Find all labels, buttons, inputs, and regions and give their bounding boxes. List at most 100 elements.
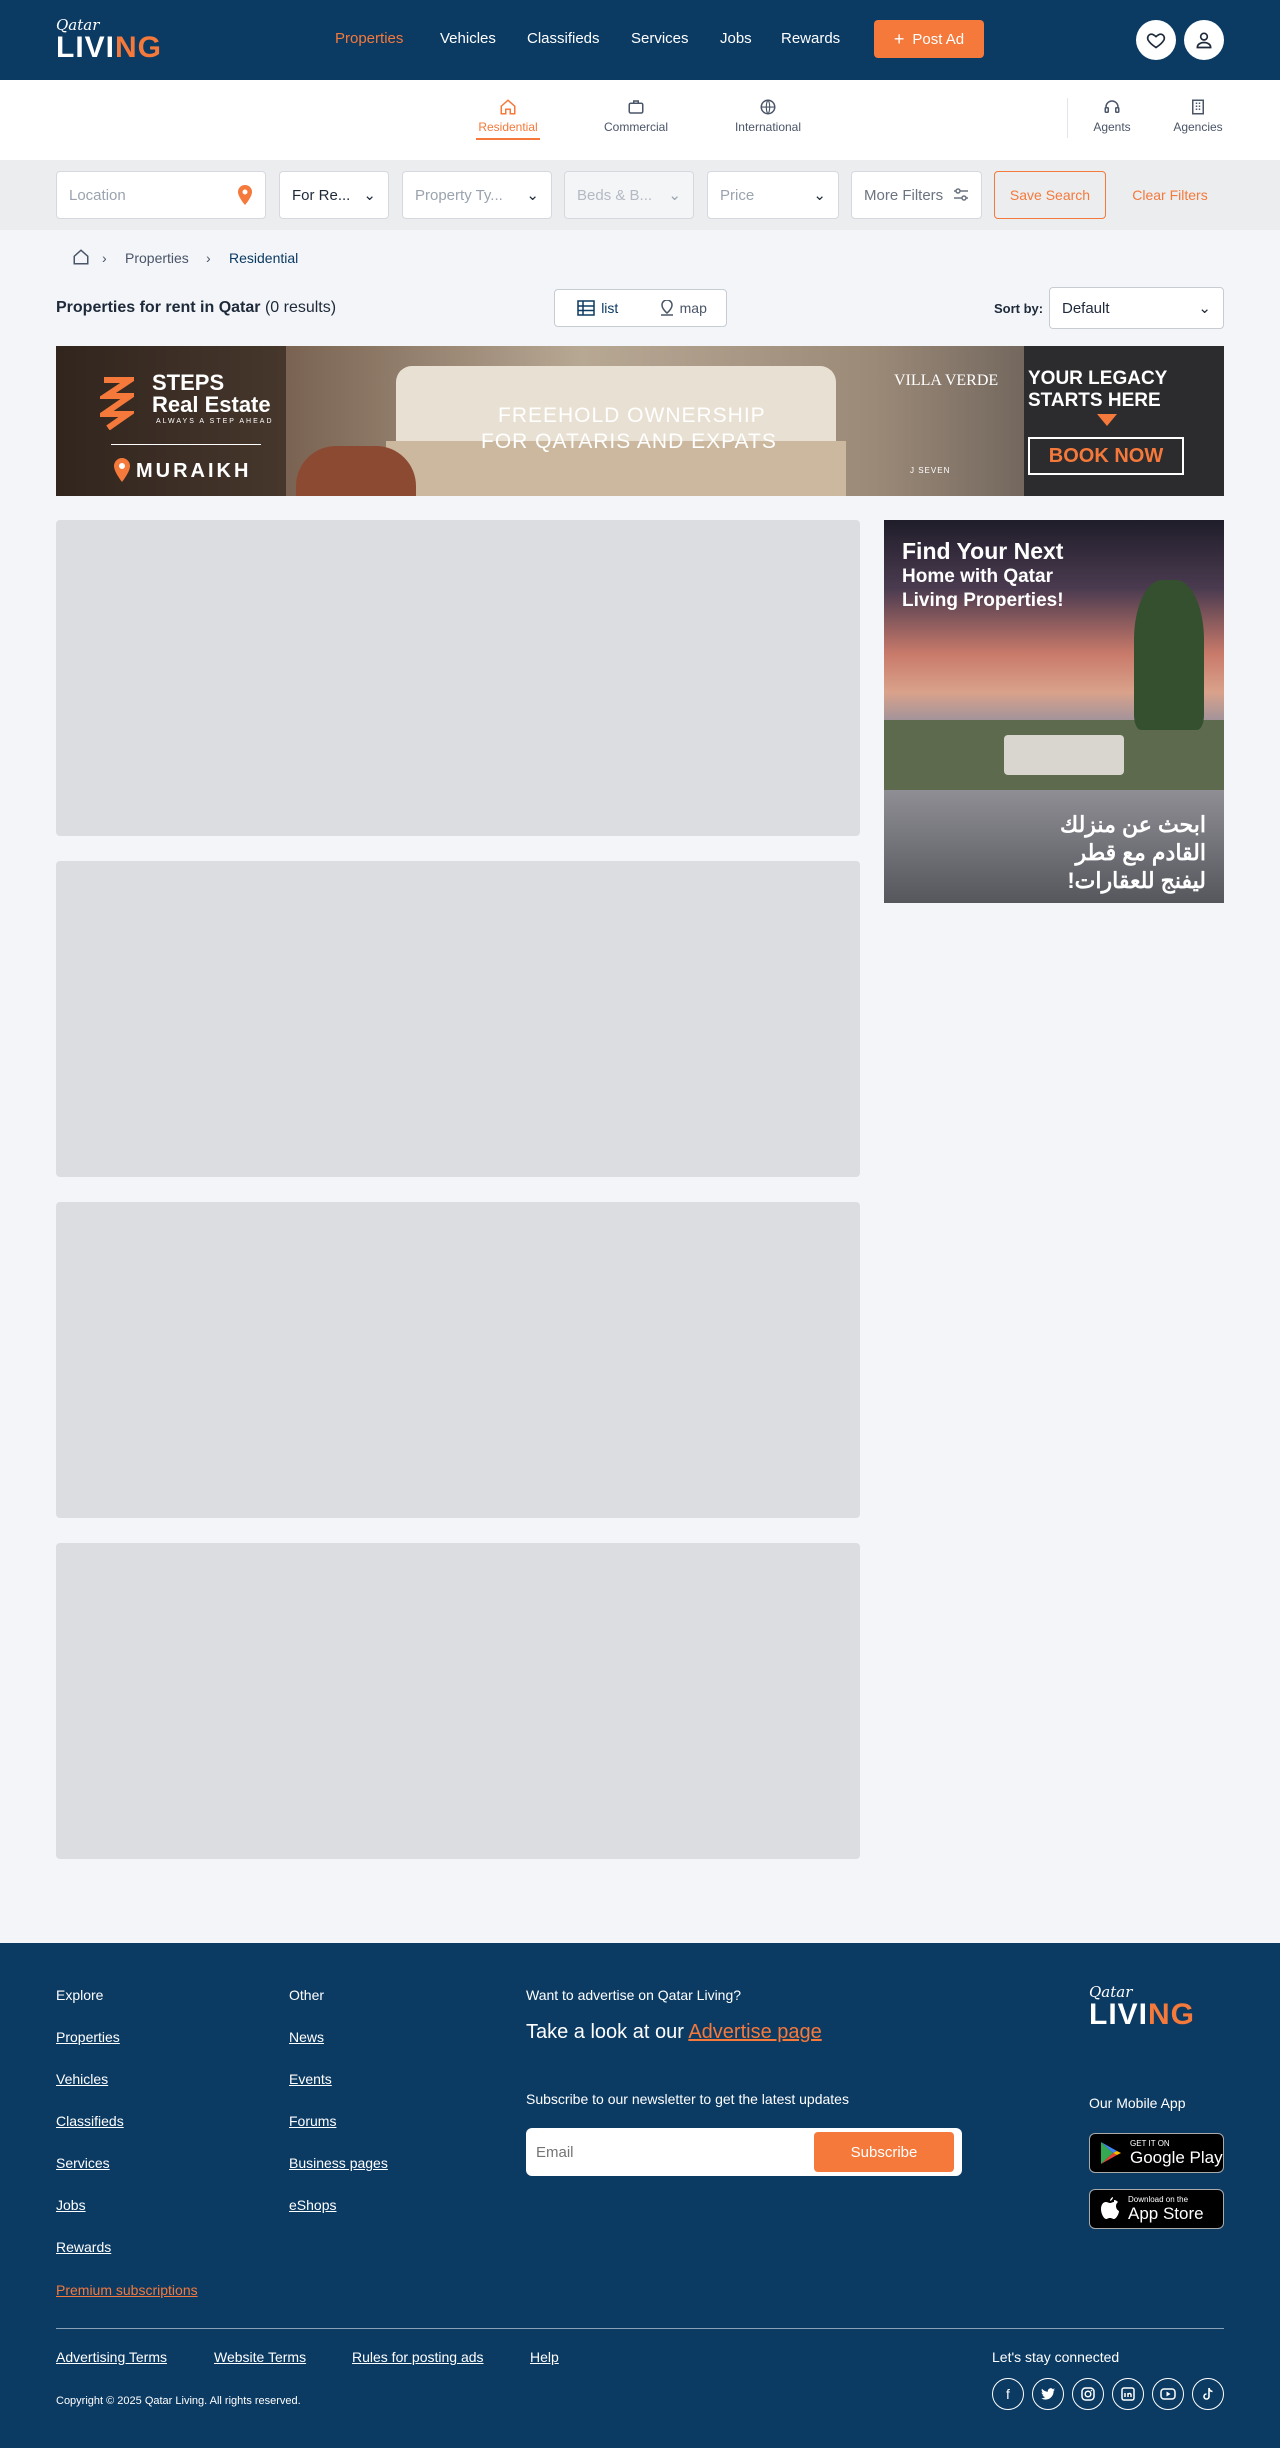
user-icon bbox=[1196, 32, 1212, 49]
table-icon bbox=[577, 300, 595, 316]
top-header: Qatar LIVING Properties Vehicles Classif… bbox=[0, 0, 1280, 80]
rules-link[interactable]: Rules for posting ads bbox=[352, 2349, 484, 2365]
side-ad-tree-image bbox=[1134, 580, 1204, 730]
headset-icon bbox=[1104, 100, 1120, 113]
clear-filters-button[interactable]: Clear Filters bbox=[1110, 171, 1230, 219]
youtube-icon[interactable] bbox=[1152, 2378, 1184, 2410]
instagram-icon[interactable] bbox=[1072, 2378, 1104, 2410]
listing-type-select[interactable]: For Re... ⌄ bbox=[279, 171, 389, 219]
nav-services[interactable]: Services bbox=[631, 30, 689, 47]
google-play-button[interactable]: GET IT ON Google Play bbox=[1089, 2133, 1224, 2173]
footer-explore-heading: Explore bbox=[56, 1987, 104, 2003]
footer-link-rewards[interactable]: Rewards bbox=[56, 2239, 111, 2255]
more-filters-button[interactable]: More Filters bbox=[851, 171, 982, 219]
footer-other-heading: Other bbox=[289, 1987, 325, 2003]
youtube-glyph bbox=[1160, 2388, 1176, 2400]
email-input[interactable] bbox=[536, 2138, 806, 2166]
location-field[interactable]: Location bbox=[56, 171, 266, 219]
beds-baths-select[interactable]: Beds & B... ⌄ bbox=[564, 171, 694, 219]
agencies-link[interactable]: Agencies bbox=[1170, 98, 1226, 134]
footer-link-events[interactable]: Events bbox=[289, 2071, 332, 2087]
chevron-down-icon: ⌄ bbox=[813, 187, 826, 204]
listing-skeleton bbox=[56, 1202, 860, 1518]
banner-rule bbox=[111, 444, 261, 445]
footer-link-properties[interactable]: Properties bbox=[56, 2029, 120, 2045]
stay-connected-heading: Let's stay connected bbox=[992, 2349, 1120, 2365]
tiktok-glyph bbox=[1203, 2387, 1213, 2400]
twitter-icon[interactable] bbox=[1032, 2378, 1064, 2410]
newsletter-form: Subscribe bbox=[526, 2128, 962, 2176]
google-play-icon bbox=[1101, 2142, 1121, 2164]
chevron-down-icon: ⌄ bbox=[526, 187, 539, 204]
footer-link-services[interactable]: Services bbox=[56, 2155, 110, 2171]
list-view-button[interactable]: list bbox=[555, 290, 641, 326]
briefcase-icon bbox=[628, 100, 644, 114]
building-icon bbox=[1192, 99, 1204, 115]
nav-rewards[interactable]: Rewards bbox=[781, 30, 840, 47]
home-icon bbox=[73, 249, 89, 265]
listing-skeleton bbox=[56, 520, 860, 836]
qatar-living-logo[interactable]: Qatar LIVING bbox=[56, 18, 162, 63]
linkedin-icon[interactable] bbox=[1112, 2378, 1144, 2410]
advertise-page-link[interactable]: Advertise page bbox=[688, 2021, 821, 2043]
breadcrumb-properties[interactable]: Properties bbox=[125, 250, 189, 266]
app-store-button[interactable]: Download on the App Store bbox=[1089, 2189, 1224, 2229]
help-link[interactable]: Help bbox=[530, 2349, 559, 2365]
footer-link-business-pages[interactable]: Business pages bbox=[289, 2155, 388, 2171]
nav-vehicles[interactable]: Vehicles bbox=[440, 30, 496, 47]
website-terms-link[interactable]: Website Terms bbox=[214, 2349, 306, 2365]
facebook-icon[interactable]: f bbox=[992, 2378, 1024, 2410]
chevron-right-icon: › bbox=[206, 250, 211, 266]
footer-link-jobs[interactable]: Jobs bbox=[56, 2197, 86, 2213]
tab-residential[interactable]: Residential bbox=[476, 98, 540, 140]
footer-link-classifieds[interactable]: Classifieds bbox=[56, 2113, 124, 2129]
linkedin-glyph bbox=[1121, 2387, 1135, 2401]
view-toggle: list map bbox=[554, 289, 727, 327]
results-title: Properties for rent in Qatar (0 results) bbox=[56, 299, 337, 316]
side-ad[interactable]: Find Your Next Home with Qatar Living Pr… bbox=[884, 520, 1224, 903]
map-view-button[interactable]: map bbox=[641, 290, 727, 326]
top-banner-ad[interactable]: STEPS Real Estate ALWAYS A STEP AHEAD MU… bbox=[56, 346, 1224, 496]
footer-link-news[interactable]: News bbox=[289, 2029, 324, 2045]
home-icon bbox=[500, 99, 516, 115]
chevron-down-icon: ⌄ bbox=[668, 187, 681, 204]
location-pin-icon bbox=[114, 458, 130, 482]
agents-link[interactable]: Agents bbox=[1090, 98, 1134, 134]
footer-link-eshops[interactable]: eShops bbox=[289, 2197, 336, 2213]
save-search-button[interactable]: Save Search bbox=[994, 171, 1106, 219]
copyright: Copyright © 2025 Qatar Living. All right… bbox=[56, 2395, 301, 2407]
heart-icon bbox=[1146, 33, 1166, 49]
steps-logo-icon bbox=[100, 377, 134, 430]
nav-classifieds[interactable]: Classifieds bbox=[527, 30, 600, 47]
book-now-button[interactable]: BOOK NOW bbox=[1028, 437, 1184, 475]
tab-international[interactable]: International bbox=[726, 98, 810, 134]
footer-link-forums[interactable]: Forums bbox=[289, 2113, 336, 2129]
subscribe-button[interactable]: Subscribe bbox=[814, 2132, 954, 2172]
twitter-bird-glyph bbox=[1041, 2388, 1055, 2400]
breadcrumb-residential[interactable]: Residential bbox=[229, 250, 298, 266]
footer-divider bbox=[56, 2328, 1224, 2329]
post-ad-button[interactable]: + Post Ad bbox=[874, 20, 984, 58]
nav-properties[interactable]: Properties bbox=[335, 30, 403, 47]
site-footer: Explore Properties Vehicles Classifieds … bbox=[0, 1943, 1280, 2448]
newsletter-heading: Subscribe to our newsletter to get the l… bbox=[526, 2091, 849, 2107]
footer-logo[interactable]: Qatar LIVING bbox=[1089, 1985, 1195, 2030]
breadcrumb-home[interactable] bbox=[72, 248, 90, 271]
favorites-button[interactable] bbox=[1136, 20, 1176, 60]
account-button[interactable] bbox=[1184, 20, 1224, 60]
banner-blanket-image bbox=[296, 446, 416, 496]
tab-commercial[interactable]: Commercial bbox=[596, 98, 676, 134]
sliders-icon bbox=[954, 188, 968, 201]
advertising-terms-link[interactable]: Advertising Terms bbox=[56, 2349, 167, 2365]
property-type-select[interactable]: Property Ty... ⌄ bbox=[402, 171, 552, 219]
footer-link-premium[interactable]: Premium subscriptions bbox=[56, 2282, 198, 2298]
sort-select[interactable]: Default ⌄ bbox=[1049, 287, 1224, 329]
active-tab-underline bbox=[476, 138, 540, 140]
location-pin-icon bbox=[238, 185, 252, 205]
price-select[interactable]: Price ⌄ bbox=[707, 171, 839, 219]
footer-link-vehicles[interactable]: Vehicles bbox=[56, 2071, 108, 2087]
nav-jobs[interactable]: Jobs bbox=[720, 30, 752, 47]
tiktok-icon[interactable] bbox=[1192, 2378, 1224, 2410]
sort-label: Sort by: bbox=[994, 301, 1044, 316]
globe-icon bbox=[760, 99, 776, 115]
